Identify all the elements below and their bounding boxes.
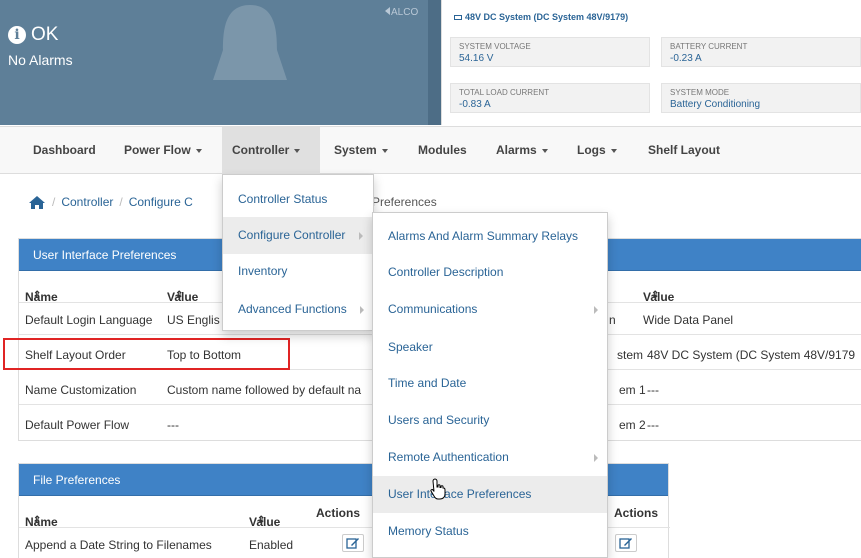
menu-remote-authentication[interactable]: Remote Authentication [373, 439, 607, 476]
menu-time-date[interactable]: Time and Date [373, 365, 607, 402]
sort-icon: ⇕ [33, 290, 42, 301]
caret-down-icon [381, 148, 388, 153]
sort-icon: ⇕ [651, 290, 660, 301]
alco-toggle[interactable]: ALCO [385, 7, 418, 18]
metric-system-mode: SYSTEM MODE Battery Conditioning [661, 83, 861, 113]
menu-speaker[interactable]: Speaker [373, 329, 607, 366]
highlight-box [3, 338, 290, 370]
status-line: i OK [8, 24, 58, 46]
chevron-right-icon [594, 454, 598, 462]
triangle-left-icon [385, 7, 390, 15]
nav-controller[interactable]: Controller [222, 127, 320, 174]
edit-button[interactable] [615, 534, 637, 552]
sort-icon: ⇕ [175, 290, 184, 301]
nav-logs[interactable]: Logs [567, 127, 627, 174]
banner-divider [428, 0, 441, 125]
metric-total-load-current: TOTAL LOAD CURRENT -0.83 A [450, 83, 650, 113]
menu-users-security[interactable]: Users and Security [373, 402, 607, 439]
nav-shelf-layout[interactable]: Shelf Layout [638, 127, 730, 174]
menu-controller-description[interactable]: Controller Description [373, 254, 607, 291]
nav-system[interactable]: System [324, 127, 398, 174]
home-icon[interactable] [28, 195, 46, 210]
chevron-right-icon [359, 232, 363, 240]
menu-communications[interactable]: Communications [373, 291, 607, 328]
breadcrumb-controller[interactable]: Controller [61, 195, 113, 209]
system-panel: 48V DC System (DC System 48V/9179) SYSTE… [441, 0, 861, 125]
breadcrumb-configure[interactable]: Configure C [129, 195, 193, 209]
col-actions: Actions [316, 506, 361, 520]
hand-cursor-icon [430, 478, 446, 500]
chevron-right-icon [360, 306, 364, 314]
sort-icon: ⇕ [257, 515, 266, 526]
battery-icon [454, 14, 462, 20]
menu-configure-controller[interactable]: Configure Controller [223, 217, 373, 254]
status-state: OK [31, 24, 59, 45]
edit-icon [619, 538, 632, 549]
controller-menu: Controller Status Configure Controller I… [222, 174, 374, 331]
menu-inventory[interactable]: Inventory [223, 253, 373, 290]
caret-down-icon [195, 148, 202, 153]
caret-down-icon [541, 148, 548, 153]
bell-icon [213, 5, 287, 80]
menu-controller-status[interactable]: Controller Status [223, 181, 373, 218]
sort-icon: ⇕ [33, 515, 42, 526]
metric-battery-current: BATTERY CURRENT -0.23 A [661, 37, 861, 67]
caret-down-icon [294, 148, 301, 153]
nav-power-flow[interactable]: Power Flow [114, 127, 212, 174]
breadcrumb-current: Preferences [372, 195, 437, 209]
chevron-right-icon [594, 306, 598, 314]
alarm-summary: No Alarms [8, 52, 73, 68]
system-title[interactable]: 48V DC System (DC System 48V/9179) [454, 12, 628, 22]
breadcrumb: / Controller / Configure C [28, 192, 193, 212]
menu-advanced-functions[interactable]: Advanced Functions [223, 291, 373, 328]
menu-alarms-relays[interactable]: Alarms And Alarm Summary Relays [373, 218, 607, 255]
col-actions-right: Actions [614, 506, 659, 520]
metric-system-voltage: SYSTEM VOLTAGE 54.16 V [450, 37, 650, 67]
info-icon: i [8, 26, 26, 44]
configure-controller-menu: Alarms And Alarm Summary Relays Controll… [372, 212, 608, 558]
edit-icon [346, 538, 359, 549]
status-banner: i OK No Alarms ALCO [0, 0, 441, 125]
menu-memory-status[interactable]: Memory Status [373, 513, 607, 550]
nav-alarms[interactable]: Alarms [486, 127, 558, 174]
edit-button[interactable] [342, 534, 364, 552]
nav-modules[interactable]: Modules [408, 127, 477, 174]
caret-down-icon [610, 148, 617, 153]
main-nav: Dashboard Power Flow Controller System M… [0, 126, 861, 174]
nav-dashboard[interactable]: Dashboard [23, 127, 106, 174]
menu-user-interface-preferences[interactable]: User Interface Preferences [373, 476, 607, 513]
